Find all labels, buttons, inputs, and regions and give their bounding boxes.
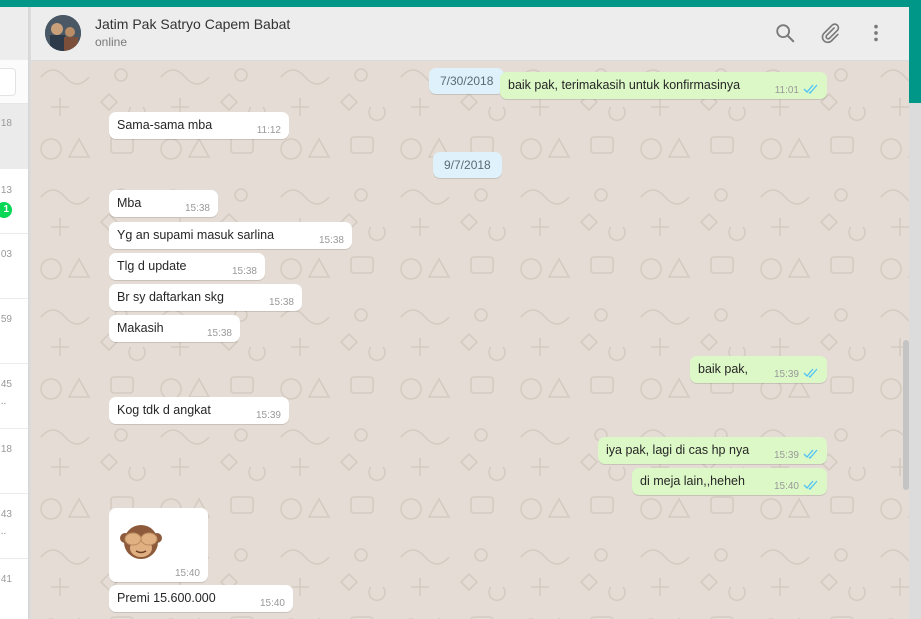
right-background-strip bbox=[909, 103, 921, 619]
chat-list-item[interactable]: 18 bbox=[0, 429, 28, 494]
incoming-message[interactable]: Premi 15.600.000 15:40 bbox=[109, 585, 293, 612]
chat-list-item[interactable]: 41 bbox=[0, 559, 28, 619]
message-time: 15:38 bbox=[231, 266, 257, 277]
message-text: Br sy daftarkan skg bbox=[117, 290, 224, 304]
message-text: Tlg d update bbox=[117, 259, 187, 273]
message-text: Mba bbox=[117, 196, 142, 210]
chat-list-panel: 18 13 1 03 59 45 ... 18 43 ... 41 bbox=[0, 7, 29, 619]
conversation-panel: Jatim Pak Satryo Capem Babat online 7/30… bbox=[31, 7, 909, 619]
message-text: Sama-sama mba bbox=[117, 118, 213, 132]
chat-search-input[interactable] bbox=[0, 68, 16, 96]
chat-list-header bbox=[0, 7, 28, 60]
contact-avatar[interactable] bbox=[45, 15, 81, 51]
chat-list-time: 41 bbox=[0, 574, 12, 585]
incoming-message[interactable]: Yg an supami masuk sarlina 15:38 bbox=[109, 222, 352, 249]
message-time: 11:01 bbox=[774, 85, 799, 96]
outgoing-message[interactable]: iya pak, lagi di cas hp nya 15:39 bbox=[598, 437, 827, 464]
date-divider: 9/7/2018 bbox=[433, 152, 502, 178]
chat-list-preview: ... bbox=[0, 396, 7, 407]
chat-list-item[interactable]: 43 ... bbox=[0, 494, 28, 559]
right-accent-strip bbox=[909, 0, 921, 103]
message-time: 11:12 bbox=[256, 125, 281, 136]
message-time: 15:38 bbox=[268, 297, 294, 308]
contact-status: online bbox=[95, 35, 128, 49]
chat-list-time: 43 bbox=[0, 509, 12, 520]
chat-list-item[interactable]: 03 bbox=[0, 234, 28, 299]
incoming-emoji-message[interactable]: 15:40 bbox=[109, 508, 208, 582]
attach-icon[interactable] bbox=[819, 22, 841, 44]
unread-badge: 1 bbox=[0, 202, 12, 218]
read-receipt-icon bbox=[803, 368, 818, 378]
date-divider-text: 7/30/2018 bbox=[440, 74, 494, 88]
incoming-message[interactable]: Kog tdk d angkat 15:39 bbox=[109, 397, 289, 424]
chat-list-item[interactable]: 13 1 bbox=[0, 169, 28, 234]
chat-list-time: 13 bbox=[0, 185, 12, 196]
message-text: Makasih bbox=[117, 321, 164, 335]
read-receipt-icon bbox=[803, 480, 818, 490]
see-no-evil-monkey-icon bbox=[120, 525, 162, 559]
message-time: 15:40 bbox=[259, 598, 285, 609]
message-text: baik pak, terimakasih untuk konfirmasiny… bbox=[508, 78, 741, 92]
chat-list-time: 18 bbox=[0, 444, 12, 455]
incoming-message[interactable]: Tlg d update 15:38 bbox=[109, 253, 265, 280]
incoming-message[interactable]: Makasih 15:38 bbox=[109, 315, 240, 342]
incoming-message[interactable]: Br sy daftarkan skg 15:38 bbox=[109, 284, 302, 311]
top-accent-bar bbox=[0, 0, 921, 7]
message-text: Premi 15.600.000 bbox=[117, 591, 216, 605]
message-text: di meja lain,,heheh bbox=[640, 474, 745, 488]
message-text: Kog tdk d angkat bbox=[117, 403, 211, 417]
chat-list-time: 45 bbox=[0, 379, 12, 390]
message-text: baik pak, bbox=[698, 362, 749, 376]
menu-icon[interactable] bbox=[865, 22, 887, 44]
chat-scrollbar[interactable] bbox=[903, 340, 909, 490]
chat-list-time: 59 bbox=[0, 314, 12, 325]
chat-list-search-area bbox=[0, 60, 28, 104]
message-text: iya pak, lagi di cas hp nya bbox=[606, 443, 750, 457]
chat-header: Jatim Pak Satryo Capem Babat online bbox=[31, 7, 909, 61]
contact-name[interactable]: Jatim Pak Satryo Capem Babat bbox=[95, 16, 290, 32]
message-time: 15:39 bbox=[255, 410, 281, 421]
message-time: 15:40 bbox=[174, 568, 200, 579]
incoming-message[interactable]: Sama-sama mba 11:12 bbox=[109, 112, 289, 139]
date-divider-text: 9/7/2018 bbox=[444, 158, 491, 172]
outgoing-message[interactable]: di meja lain,,heheh 15:40 bbox=[632, 468, 827, 495]
chat-list-time: 18 bbox=[0, 118, 12, 129]
message-time: 15:39 bbox=[773, 369, 799, 380]
chat-list-item[interactable]: 59 bbox=[0, 299, 28, 364]
message-text: Yg an supami masuk sarlina bbox=[117, 228, 275, 242]
outgoing-message[interactable]: baik pak, 15:39 bbox=[690, 356, 827, 383]
chat-list-item[interactable]: 18 bbox=[0, 104, 28, 169]
message-time: 15:38 bbox=[318, 235, 344, 246]
read-receipt-icon bbox=[803, 449, 818, 459]
chat-list-preview: ... bbox=[0, 526, 7, 537]
message-time: 15:38 bbox=[206, 328, 232, 339]
incoming-message[interactable]: Mba 15:38 bbox=[109, 190, 218, 217]
outgoing-message[interactable]: baik pak, terimakasih untuk konfirmasiny… bbox=[500, 72, 827, 99]
chat-list-item[interactable]: 45 ... bbox=[0, 364, 28, 429]
message-time: 15:39 bbox=[773, 450, 799, 461]
avatar-photo bbox=[45, 15, 81, 51]
date-divider: 7/30/2018 bbox=[429, 68, 505, 94]
message-time: 15:38 bbox=[184, 203, 210, 214]
message-time: 15:40 bbox=[773, 481, 799, 492]
read-receipt-icon bbox=[803, 84, 818, 94]
chat-list-time: 03 bbox=[0, 249, 12, 260]
search-icon[interactable] bbox=[774, 22, 796, 44]
